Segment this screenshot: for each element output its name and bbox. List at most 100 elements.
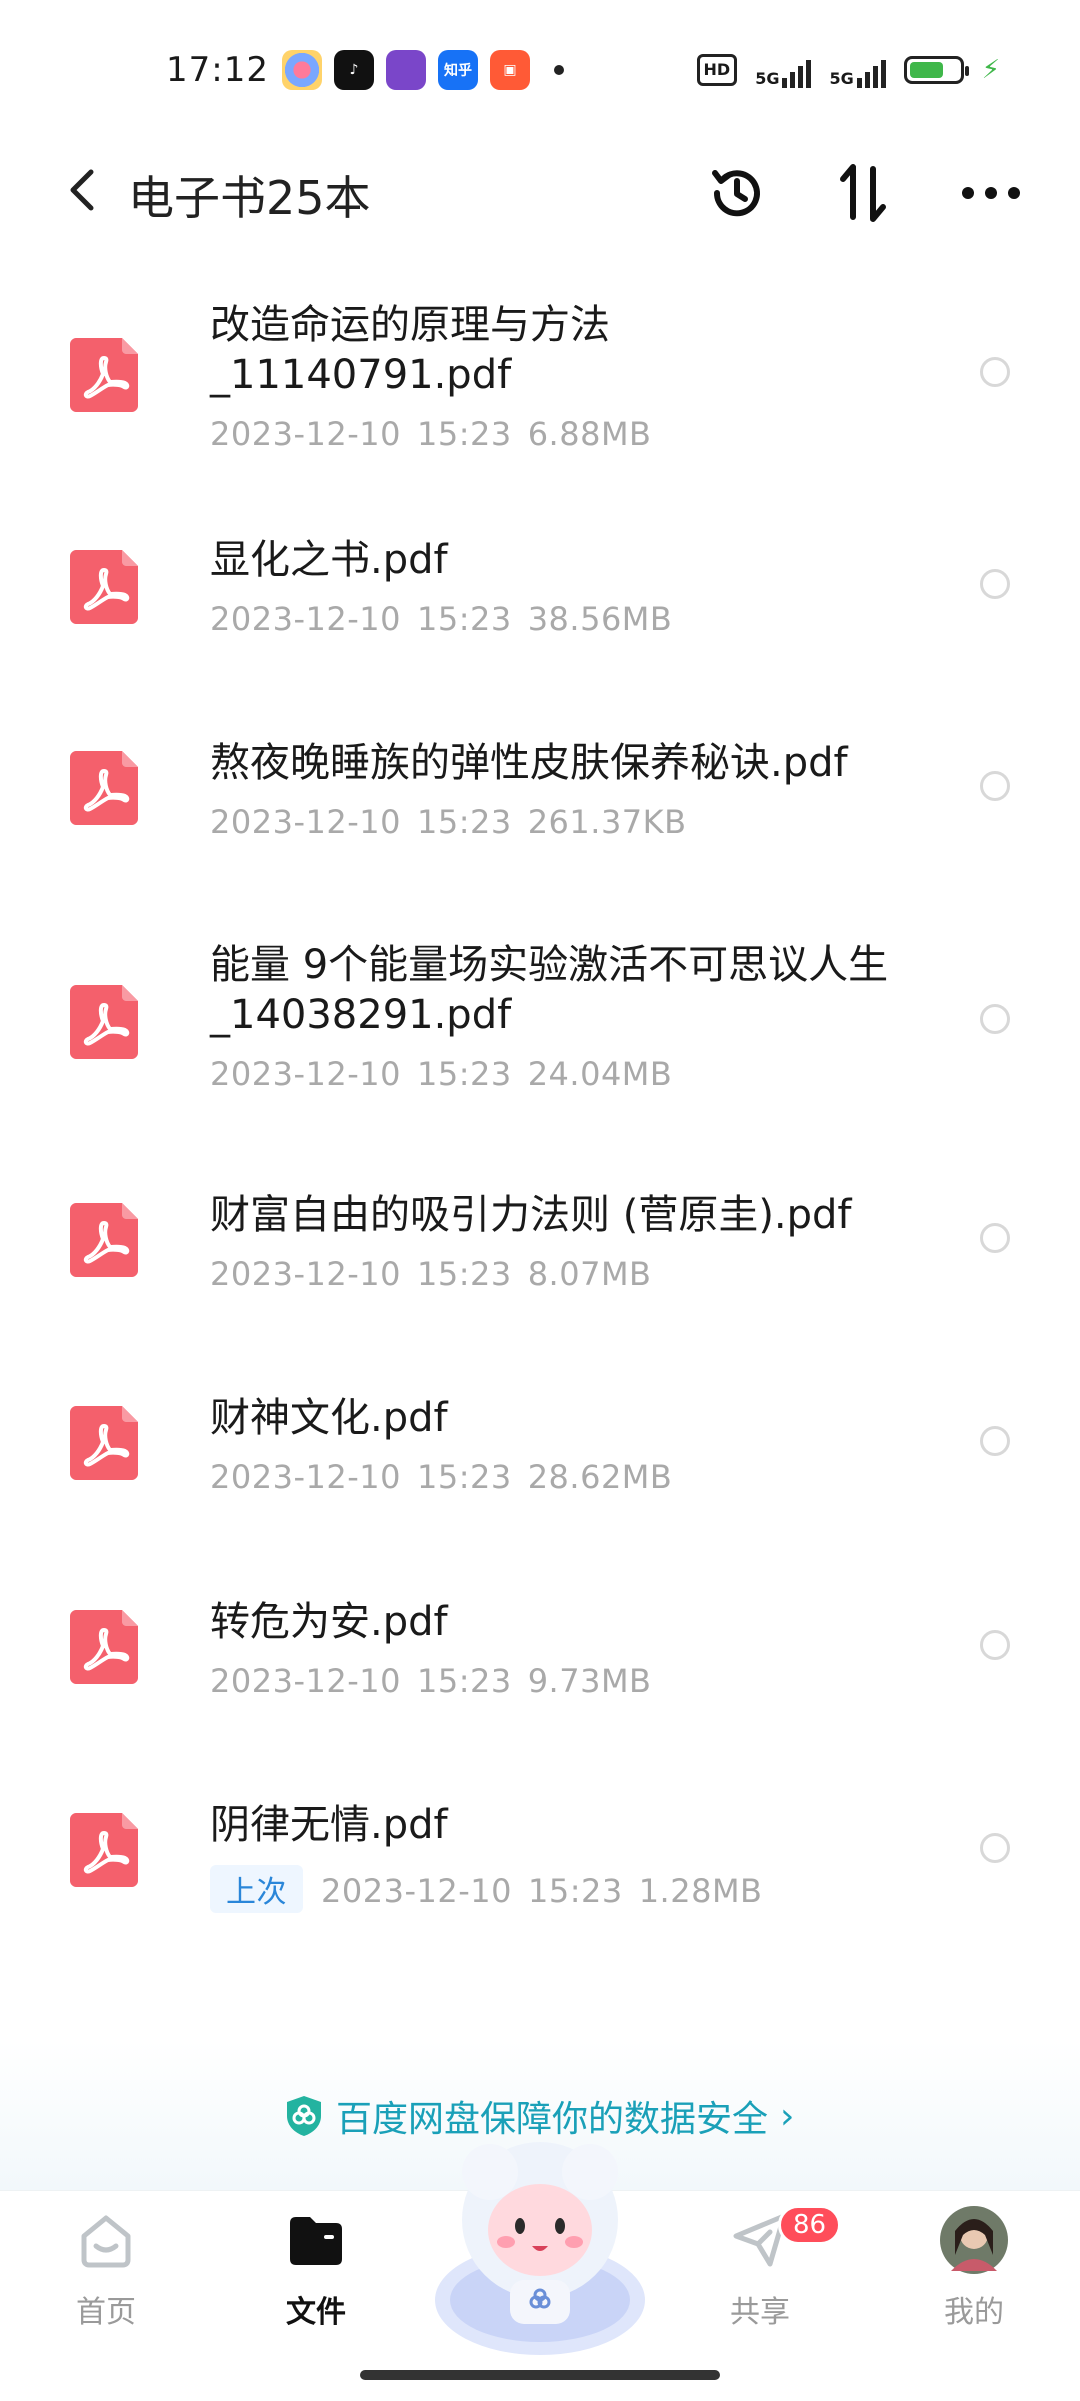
select-radio[interactable] xyxy=(980,771,1010,801)
pdf-file-icon xyxy=(70,1406,138,1480)
file-date: 2023-12-10 xyxy=(210,1458,401,1496)
file-name: 熬夜晚睡族的弹性皮肤保养秘诀.pdf xyxy=(210,740,848,786)
select-radio[interactable] xyxy=(980,1833,1010,1863)
file-date: 2023-12-10 xyxy=(210,415,401,453)
paint-app-icon xyxy=(282,50,322,90)
file-meta: 2023-12-10 15:23 8.07MB xyxy=(210,1255,652,1293)
sort-icon xyxy=(840,164,886,222)
mascot-assistant-button[interactable] xyxy=(430,2130,650,2360)
file-time: 15:23 xyxy=(416,1662,512,1700)
last-opened-badge: 上次 xyxy=(210,1865,303,1913)
nav-home-label: 首页 xyxy=(76,2295,136,2330)
file-meta: 2023-12-10 15:23 38.56MB xyxy=(210,600,672,638)
shield-icon xyxy=(287,2096,321,2136)
status-time: 17:12 xyxy=(166,50,269,90)
file-time: 15:23 xyxy=(416,1055,512,1093)
file-name: 改造命运的原理与方法_11140791.pdf xyxy=(210,302,610,398)
pdf-file-icon xyxy=(70,550,138,624)
sort-button[interactable] xyxy=(828,158,898,228)
file-name: 能量 9个能量场实验激活不可思议人生_14038291.pdf xyxy=(210,942,889,1038)
file-row[interactable]: 阴律无情.pdf 上次 2023-12-10 15:23 1.28MB xyxy=(0,1770,1080,1973)
chevron-right-icon: › xyxy=(780,2095,795,2137)
file-name: 转危为安.pdf xyxy=(210,1599,448,1645)
nav-files-label: 文件 xyxy=(286,2295,346,2330)
file-date: 2023-12-10 xyxy=(210,600,401,638)
tiktok-app-icon: ♪ xyxy=(334,50,374,90)
home-icon xyxy=(71,2205,141,2275)
pdf-file-icon xyxy=(70,338,138,412)
file-size: 9.73MB xyxy=(527,1662,652,1700)
history-button[interactable] xyxy=(702,158,772,228)
nav-files[interactable]: 文件 xyxy=(246,2205,386,2331)
header-bar: 电子书25本 xyxy=(0,140,1080,240)
more-icon xyxy=(962,187,1020,199)
file-size: 8.07MB xyxy=(527,1255,652,1293)
select-radio[interactable] xyxy=(980,1630,1010,1660)
file-meta: 2023-12-10 15:23 28.62MB xyxy=(210,1458,672,1496)
file-row[interactable]: 熬夜晚睡族的弹性皮肤保养秘诀.pdf 2023-12-10 15:23 261.37K… xyxy=(0,708,1080,910)
file-row[interactable]: 转危为安.pdf 2023-12-10 15:23 9.73MB xyxy=(0,1567,1080,1770)
select-radio[interactable] xyxy=(980,1004,1010,1034)
status-bar: 17:12 ♪ 知乎 ▣ HD 5G 5G ⚡ xyxy=(0,0,1080,140)
nav-share[interactable]: 86 共享 xyxy=(690,2205,842,2331)
file-size: 6.88MB xyxy=(527,415,652,453)
pdf-file-icon xyxy=(70,1610,138,1684)
file-date: 2023-12-10 xyxy=(210,1055,401,1093)
file-time: 15:23 xyxy=(416,415,512,453)
file-time: 15:23 xyxy=(416,803,512,841)
file-row[interactable]: 财富自由的吸引力法则 (菅原圭).pdf 2023-12-10 15:23 8.07M… xyxy=(0,1160,1080,1363)
file-row[interactable]: 改造命运的原理与方法_11140791.pdf 2023-12-10 15:23 6.… xyxy=(0,270,1080,505)
file-size: 24.04MB xyxy=(527,1055,673,1093)
file-time: 15:23 xyxy=(416,1255,512,1293)
nav-home[interactable]: 首页 xyxy=(36,2205,176,2331)
select-radio[interactable] xyxy=(980,569,1010,599)
pdf-file-icon xyxy=(70,751,138,825)
charging-icon: ⚡ xyxy=(981,55,1000,85)
file-row[interactable]: 能量 9个能量场实验激活不可思议人生_14038291.pdf 2023-12-1… xyxy=(0,910,1080,1160)
file-row[interactable]: 显化之书.pdf 2023-12-10 15:23 38.56MB xyxy=(0,505,1080,708)
file-date: 2023-12-10 xyxy=(321,1872,512,1910)
file-name: 显化之书.pdf xyxy=(210,537,448,583)
back-button[interactable] xyxy=(52,160,112,220)
share-badge: 86 xyxy=(778,2205,842,2245)
file-name: 财富自由的吸引力法则 (菅原圭).pdf xyxy=(210,1192,852,1238)
file-meta: 上次 2023-12-10 15:23 1.28MB xyxy=(210,1865,763,1913)
status-app-icons: ♪ 知乎 ▣ xyxy=(282,50,564,90)
file-name: 阴律无情.pdf xyxy=(210,1802,448,1848)
nav-me[interactable]: 我的 xyxy=(904,2205,1044,2331)
file-date: 2023-12-10 xyxy=(210,803,401,841)
nav-share-label: 共享 xyxy=(730,2295,790,2330)
page-title: 电子书25本 xyxy=(128,171,371,225)
battery-icon xyxy=(903,56,969,84)
file-size: 28.62MB xyxy=(527,1458,673,1496)
file-meta: 2023-12-10 15:23 261.37KB xyxy=(210,803,687,841)
file-time: 15:23 xyxy=(416,1458,512,1496)
pdf-file-icon xyxy=(70,1203,138,1277)
file-row[interactable]: 财神文化.pdf 2023-12-10 15:23 28.62MB xyxy=(0,1363,1080,1567)
home-indicator[interactable] xyxy=(360,2370,720,2380)
kuaishou-app-icon: ▣ xyxy=(490,50,530,90)
signal-icon-2: 5G xyxy=(829,52,886,88)
file-size: 1.28MB xyxy=(638,1872,763,1910)
file-time: 15:23 xyxy=(416,600,512,638)
avatar xyxy=(939,2205,1009,2275)
zhihu-app-icon: 知乎 xyxy=(438,50,478,90)
file-size: 38.56MB xyxy=(527,600,673,638)
select-radio[interactable] xyxy=(980,1426,1010,1456)
hd-voice-icon: HD xyxy=(696,54,738,86)
file-meta: 2023-12-10 15:23 9.73MB xyxy=(210,1662,652,1700)
more-button[interactable] xyxy=(956,158,1026,228)
select-radio[interactable] xyxy=(980,1223,1010,1253)
mascot-icon xyxy=(435,2142,645,2355)
pdf-file-icon xyxy=(70,985,138,1059)
select-radio[interactable] xyxy=(980,357,1010,387)
nav-me-label: 我的 xyxy=(944,2295,1004,2330)
file-meta: 2023-12-10 15:23 24.04MB xyxy=(210,1055,672,1093)
file-size: 261.37KB xyxy=(527,803,687,841)
file-name: 财神文化.pdf xyxy=(210,1395,448,1441)
chevron-left-icon xyxy=(70,169,94,211)
pdf-file-icon xyxy=(70,1813,138,1887)
notification-dot xyxy=(554,65,564,75)
file-meta: 2023-12-10 15:23 6.88MB xyxy=(210,415,652,453)
file-date: 2023-12-10 xyxy=(210,1255,401,1293)
